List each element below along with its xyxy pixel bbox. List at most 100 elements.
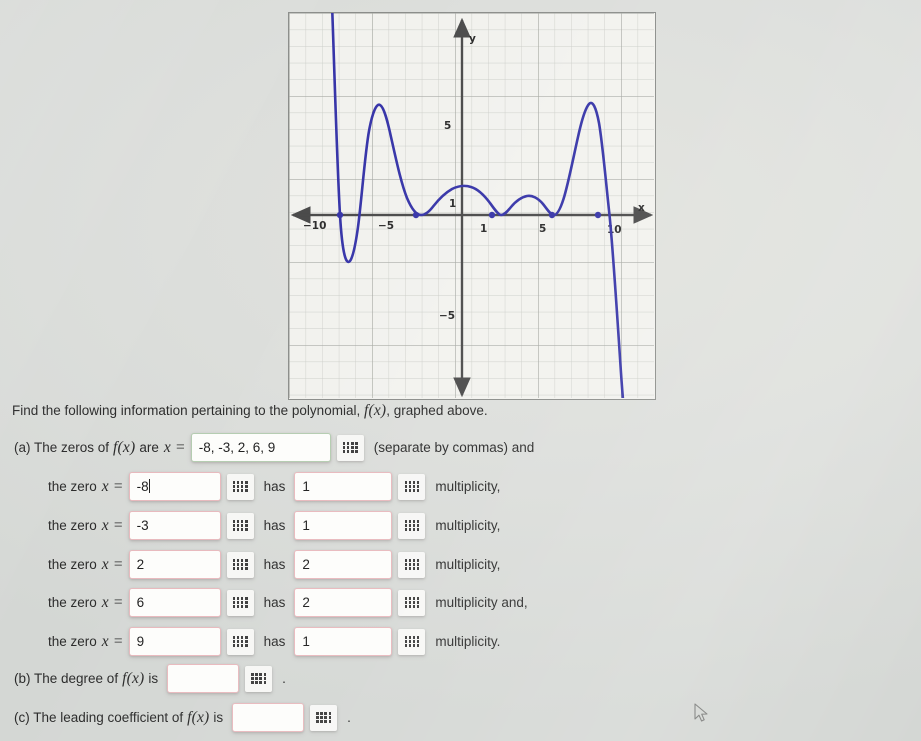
- keypad-icon[interactable]: [310, 704, 338, 731]
- zero-input-2-value: -3: [136, 517, 149, 533]
- part-b-period: .: [282, 671, 286, 686]
- zero-input-2[interactable]: -3: [128, 511, 221, 540]
- keypad-icon[interactable]: [245, 665, 273, 692]
- part-b-row: (b) The degree of f(x) is .: [14, 664, 286, 693]
- zero-row-5-suffix: multiplicity.: [435, 634, 501, 649]
- multiplicity-input-1[interactable]: 1: [294, 472, 393, 501]
- zero-row-3-prefix: the zero: [48, 557, 97, 572]
- multiplicity-input-5-value: 1: [302, 633, 310, 649]
- zero-row-5-has: has: [263, 634, 286, 649]
- part-c-row: (c) The leading coefficient of f(x) is .: [14, 703, 351, 732]
- svg-text:−5: −5: [378, 220, 394, 232]
- svg-text:−5: −5: [439, 310, 455, 322]
- zero-row-4-has: has: [263, 595, 286, 610]
- leading-coefficient-input[interactable]: [232, 703, 305, 732]
- part-c-fx: f(x): [187, 708, 210, 726]
- graph-svg: −10 −5 1 5 10 5 1 −5 x y: [289, 13, 654, 398]
- zero-input-3-value: 2: [136, 556, 145, 572]
- zero-row-4: the zero x = 6 has 2 multiplicity and,: [48, 588, 528, 617]
- zero-row-1-has: has: [263, 479, 286, 494]
- keypad-icon[interactable]: [398, 628, 426, 655]
- multiplicity-input-1-value: 1: [302, 478, 310, 494]
- zero-row-5-x-equals: x =: [101, 632, 124, 650]
- svg-text:1: 1: [480, 223, 487, 235]
- multiplicity-input-5[interactable]: 1: [294, 627, 393, 656]
- part-b-label-before: (b) The degree of: [14, 671, 119, 686]
- prompt-fx: f(x): [363, 402, 387, 419]
- svg-text:10: 10: [607, 224, 622, 236]
- zero-row-4-suffix: multiplicity and,: [435, 595, 528, 610]
- zero-row-1-prefix: the zero: [48, 479, 97, 494]
- keypad-icon[interactable]: [226, 551, 254, 578]
- polynomial-graph: −10 −5 1 5 10 5 1 −5 x y: [288, 12, 656, 400]
- multiplicity-input-2[interactable]: 1: [294, 511, 393, 540]
- zero-marker-2: [488, 211, 496, 219]
- zero-row-3-has: has: [263, 557, 286, 572]
- zero-row-1: the zero x = -8 has 1 multiplicity,: [48, 472, 500, 501]
- zero-row-1-x-equals: x =: [101, 477, 124, 495]
- zero-input-5-value: 9: [136, 633, 145, 649]
- zero-marker-neg8: [336, 211, 344, 219]
- multiplicity-input-2-value: 1: [302, 517, 310, 533]
- zero-row-4-x-equals: x =: [101, 593, 124, 611]
- zero-row-2-x-equals: x =: [101, 516, 124, 534]
- zero-row-3: the zero x = 2 has 2 multiplicity,: [48, 550, 500, 579]
- svg-text:5: 5: [444, 120, 451, 132]
- zero-row-3-suffix: multiplicity,: [435, 557, 501, 572]
- multiplicity-input-4[interactable]: 2: [294, 588, 393, 617]
- multiplicity-input-3[interactable]: 2: [294, 550, 393, 579]
- keypad-icon[interactable]: [398, 512, 426, 539]
- zero-row-4-prefix: the zero: [48, 595, 97, 610]
- zero-marker-neg3: [412, 211, 420, 219]
- keypad-icon[interactable]: [398, 473, 426, 500]
- keypad-icon[interactable]: [226, 512, 254, 539]
- part-a-label: (a) The zeros of: [14, 440, 110, 455]
- zero-input-1-value: -8: [136, 479, 149, 495]
- keypad-icon[interactable]: [336, 434, 364, 461]
- svg-text:−10: −10: [303, 220, 326, 232]
- zeros-input[interactable]: -8, -3, 2, 6, 9: [190, 433, 331, 462]
- prompt-text-after: , graphed above.: [386, 403, 488, 418]
- zero-input-4[interactable]: 6: [128, 588, 221, 617]
- zero-input-4-value: 6: [136, 594, 145, 610]
- prompt-text-before: Find the following information pertainin…: [12, 403, 361, 418]
- zero-marker-6: [548, 211, 556, 219]
- part-c-label-after: is: [213, 710, 224, 725]
- zero-row-5-prefix: the zero: [48, 634, 97, 649]
- zero-row-2-suffix: multiplicity,: [435, 518, 501, 533]
- part-a-are: are: [139, 440, 159, 455]
- part-a-x-equals: x =: [163, 438, 186, 456]
- keypad-icon[interactable]: [398, 589, 426, 616]
- zero-input-1[interactable]: -8: [128, 472, 221, 501]
- separate-by-commas-hint: (separate by commas) and: [373, 440, 535, 455]
- zero-row-1-suffix: multiplicity,: [435, 479, 501, 494]
- zero-row-2-prefix: the zero: [48, 518, 97, 533]
- part-a-fx: f(x): [113, 438, 136, 456]
- part-b-fx: f(x): [122, 669, 145, 687]
- zero-row-2: the zero x = -3 has 1 multiplicity,: [48, 511, 500, 540]
- keypad-icon[interactable]: [226, 628, 254, 655]
- svg-text:y: y: [469, 33, 476, 45]
- degree-input[interactable]: [167, 664, 240, 693]
- zero-input-3[interactable]: 2: [128, 550, 221, 579]
- part-b-label-after: is: [148, 671, 159, 686]
- svg-text:x: x: [638, 202, 645, 214]
- keypad-icon[interactable]: [226, 589, 254, 616]
- keypad-icon[interactable]: [398, 551, 426, 578]
- question-prompt: Find the following information pertainin…: [12, 402, 488, 420]
- svg-text:1: 1: [449, 198, 456, 210]
- part-c-label-before: (c) The leading coefficient of: [14, 710, 184, 725]
- part-a-zeros-row: (a) The zeros of f(x) are x = -8, -3, 2,…: [14, 433, 534, 462]
- keypad-icon[interactable]: [226, 473, 254, 500]
- part-c-period: .: [347, 710, 351, 725]
- multiplicity-input-4-value: 2: [302, 594, 310, 610]
- zero-marker-9: [594, 211, 602, 219]
- multiplicity-input-3-value: 2: [302, 556, 310, 572]
- zero-row-2-has: has: [263, 518, 286, 533]
- zero-input-5[interactable]: 9: [128, 627, 221, 656]
- svg-text:5: 5: [539, 223, 546, 235]
- zero-row-3-x-equals: x =: [101, 555, 124, 573]
- zero-row-5: the zero x = 9 has 1 multiplicity.: [48, 627, 500, 656]
- zeros-input-value: -8, -3, 2, 6, 9: [198, 439, 276, 455]
- mouse-cursor-icon: [694, 703, 708, 722]
